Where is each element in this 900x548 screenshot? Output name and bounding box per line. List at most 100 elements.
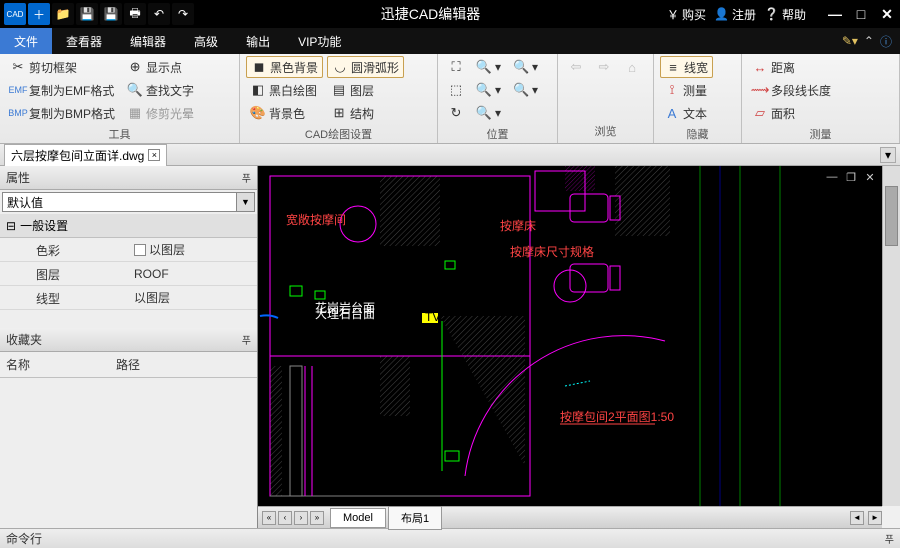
command-line[interactable]: 命令行 푸: [0, 528, 900, 548]
tab-first-icon[interactable]: «: [262, 511, 276, 525]
layer-button[interactable]: ▤图层: [327, 79, 404, 101]
prop-row-layer[interactable]: 图层ROOF: [0, 262, 257, 286]
drawing-canvas[interactable]: — ❐ ✕: [258, 166, 882, 506]
pos-btn4[interactable]: 🔍▾: [472, 56, 505, 78]
close-button[interactable]: ✕: [878, 5, 896, 23]
hscroll-right-icon[interactable]: ►: [868, 511, 882, 525]
smooth-arc-button[interactable]: ◡圆滑弧形: [327, 56, 404, 78]
crop-frame-button[interactable]: ✂剪切框架: [6, 56, 119, 78]
register-link[interactable]: 👤注册: [714, 6, 756, 23]
svg-text:按摩床: 按摩床: [500, 218, 536, 233]
saveas-icon[interactable]: 💾: [100, 3, 122, 25]
group-cad-title: CAD绘图设置: [246, 124, 431, 144]
doc-tab[interactable]: 六层按摩包间立面详.dwg ×: [4, 144, 167, 166]
combo-dropdown-icon[interactable]: ▼: [236, 193, 254, 211]
rotate-icon: ↻: [448, 105, 464, 121]
pen-icon[interactable]: ✎▾: [842, 34, 858, 48]
pos-btn5[interactable]: 🔍▾: [472, 79, 505, 101]
menu-output[interactable]: 输出: [232, 28, 284, 54]
menu-advanced[interactable]: 高级: [180, 28, 232, 54]
fav-header: 收藏夹푸: [0, 328, 257, 352]
menu-file[interactable]: 文件: [0, 28, 52, 54]
tab-prev-icon[interactable]: ‹: [278, 511, 292, 525]
prev-icon: ⇦: [568, 59, 584, 75]
text-hide-button[interactable]: A文本: [660, 102, 713, 124]
zoom-icon: 🔍: [513, 59, 529, 75]
polylen-button[interactable]: ⟿多段线长度: [748, 79, 835, 101]
distance-button[interactable]: ↔距离: [748, 56, 835, 78]
prop-row-color[interactable]: 色彩以图层: [0, 238, 257, 262]
help-icon: ❔: [764, 7, 779, 21]
next-button[interactable]: ⇨: [592, 56, 616, 78]
bw-icon: ◧: [250, 82, 266, 98]
group-browse-title: 浏览: [564, 121, 647, 141]
default-combo[interactable]: ▼: [2, 192, 255, 212]
show-point-button[interactable]: ⊕显示点: [123, 56, 198, 78]
maximize-button[interactable]: □: [852, 5, 870, 23]
home-button[interactable]: ⌂: [620, 56, 644, 78]
tab-next-icon[interactable]: ›: [294, 511, 308, 525]
prop-row-linetype[interactable]: 线型以图层: [0, 286, 257, 310]
print-icon[interactable]: 🖶: [124, 3, 146, 25]
new-icon[interactable]: ＋: [28, 3, 50, 25]
struct-button[interactable]: ⊞结构: [327, 102, 404, 124]
pin-icon[interactable]: 푸: [242, 332, 251, 347]
menu-vip[interactable]: VIP功能: [284, 28, 355, 54]
pan-icon: ⬚: [448, 82, 464, 98]
layer-icon: ▤: [331, 82, 347, 98]
scrollbar-thumb[interactable]: [885, 186, 898, 246]
info-icon[interactable]: ⓘ: [880, 33, 892, 50]
help-link[interactable]: ❔帮助: [764, 6, 806, 23]
zoomwin-icon: 🔍: [476, 82, 492, 98]
canvas-close-icon[interactable]: ✕: [862, 170, 878, 184]
bw-draw-button[interactable]: ◧黑白绘图: [246, 79, 323, 101]
hscroll-left-icon[interactable]: ◄: [850, 511, 864, 525]
fav-col-name[interactable]: 名称: [0, 352, 110, 377]
black-bg-button[interactable]: ◼黑色背景: [246, 56, 323, 78]
pos-btn7[interactable]: 🔍▾: [509, 56, 542, 78]
doc-close-icon[interactable]: ×: [148, 149, 160, 161]
app-icon[interactable]: CAD: [4, 3, 26, 25]
prev-button[interactable]: ⇦: [564, 56, 588, 78]
vertical-scrollbar[interactable]: [882, 166, 900, 506]
struct-icon: ⊞: [331, 105, 347, 121]
zoomin-icon: 🔍: [476, 59, 492, 75]
canvas-min-icon[interactable]: —: [824, 170, 840, 184]
save-icon[interactable]: 💾: [76, 3, 98, 25]
copy-bmp-button[interactable]: BMP复制为BMP格式: [6, 102, 119, 124]
tab-dropdown[interactable]: ▾: [880, 147, 896, 163]
pos-btn6[interactable]: 🔍▾: [472, 102, 505, 124]
fav-col-path[interactable]: 路径: [110, 352, 146, 377]
tab-last-icon[interactable]: »: [310, 511, 324, 525]
pos-btn8[interactable]: 🔍▾: [509, 79, 542, 101]
pos-btn2[interactable]: ⬚: [444, 79, 468, 101]
menu-viewer[interactable]: 查看器: [52, 28, 116, 54]
cmd-pin-icon[interactable]: 푸: [885, 531, 894, 546]
open-icon[interactable]: 📁: [52, 3, 74, 25]
buy-link[interactable]: ￥购买: [667, 6, 706, 23]
area-button[interactable]: ▱面积: [748, 102, 835, 124]
arc-icon: ◡: [332, 59, 348, 75]
default-input[interactable]: [3, 193, 236, 211]
tab-model[interactable]: Model: [330, 508, 386, 528]
undo-icon[interactable]: ↶: [148, 3, 170, 25]
prop-section[interactable]: ⊟一般设置: [0, 214, 257, 238]
bg-color-button[interactable]: 🎨背景色: [246, 102, 323, 124]
find-text-button[interactable]: 🔍查找文字: [123, 79, 198, 101]
collapse-icon[interactable]: ⌃: [864, 34, 874, 48]
fit-icon: ⛶: [448, 59, 464, 75]
copy-emf-button[interactable]: EMF复制为EMF格式: [6, 79, 119, 101]
menu-editor[interactable]: 编辑器: [116, 28, 180, 54]
pos-btn3[interactable]: ↻: [444, 102, 468, 124]
pin-icon[interactable]: 푸: [242, 170, 251, 185]
tab-layout1[interactable]: 布局1: [388, 506, 442, 530]
lineweight-button[interactable]: ≡线宽: [660, 56, 713, 78]
minimize-button[interactable]: —: [826, 5, 844, 23]
canvas-max-icon[interactable]: ❐: [843, 170, 859, 184]
pos-btn1[interactable]: ⛶: [444, 56, 468, 78]
redo-icon[interactable]: ↷: [172, 3, 194, 25]
linew-icon: ≡: [665, 59, 681, 75]
measure-hide-button[interactable]: ⟟测量: [660, 79, 713, 101]
cad-drawing: TV 宽敞按摩间 按摩床 按摩床尺寸规格 花岗岩台面 大理石台面 按摩包间2平面…: [258, 166, 882, 506]
trim-halo-button[interactable]: ▦修剪光晕: [123, 102, 198, 124]
